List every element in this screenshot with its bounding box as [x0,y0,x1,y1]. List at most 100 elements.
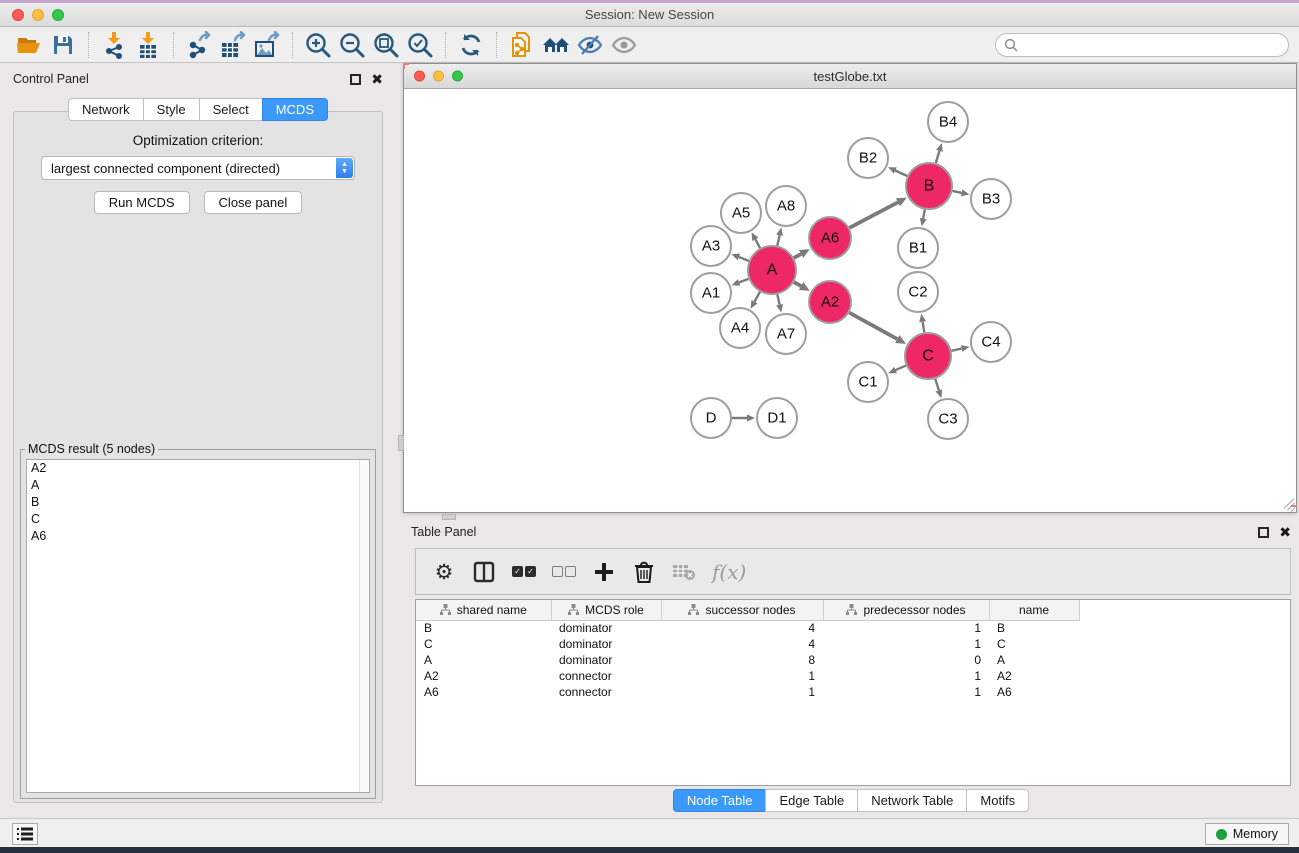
table-cell[interactable]: 1 [823,668,989,684]
show-columns-icon[interactable]: ✓✓ [506,555,542,589]
table-cell[interactable]: connector [551,684,661,700]
show-all-icon[interactable] [607,30,641,60]
zoom-out-icon[interactable] [335,30,369,60]
edge-A-A5[interactable] [755,239,760,248]
edge-C-C1[interactable] [896,366,906,371]
edge-C-C2[interactable] [923,322,925,333]
delete-column-icon[interactable] [626,555,662,589]
task-history-button[interactable] [12,823,38,845]
table-cell[interactable]: C [416,636,551,652]
result-item[interactable]: A [27,477,369,494]
columns-icon[interactable] [466,555,502,589]
table-cell[interactable]: 4 [661,620,823,636]
criterion-dropdown[interactable]: largest connected component (directed) ▲… [41,156,355,180]
table-cell[interactable]: B [989,620,1079,636]
search-field[interactable] [995,33,1289,57]
table-cell[interactable]: A2 [416,668,551,684]
table-cell[interactable]: A [989,652,1079,668]
save-session-icon[interactable] [46,30,80,60]
table-cell[interactable]: B [416,620,551,636]
edge-B-B1[interactable] [923,210,925,219]
open-file-icon[interactable] [12,30,46,60]
minimize-window-button[interactable] [32,9,44,21]
function-builder-icon[interactable]: f(x) [712,560,746,584]
edge-B-B3[interactable] [952,191,961,193]
table-cell[interactable]: A [416,652,551,668]
tab-node-table[interactable]: Node Table [673,789,766,812]
export-network-icon[interactable] [182,30,216,60]
table-cell[interactable]: 1 [661,668,823,684]
table-cell[interactable]: connector [551,668,661,684]
result-scrollbar[interactable] [359,460,369,792]
tab-edge-table[interactable]: Edge Table [765,789,857,812]
table-settings-icon[interactable]: ⚙ [426,555,462,589]
import-network-icon[interactable] [97,30,131,60]
zoom-window-button[interactable] [52,9,64,21]
table-cell[interactable]: dominator [551,636,661,652]
refresh-icon[interactable] [454,30,488,60]
hide-columns-icon[interactable] [546,555,582,589]
table-row[interactable]: Cdominator41C [416,636,1079,652]
delete-table-icon[interactable] [666,555,702,589]
table-row[interactable]: Adominator80A [416,652,1079,668]
import-table-icon[interactable] [131,30,165,60]
node-table[interactable]: shared nameMCDS rolesuccessor nodesprede… [415,599,1291,786]
hide-selected-icon[interactable] [573,30,607,60]
home-network-icon[interactable] [539,30,573,60]
table-cell[interactable]: 1 [823,684,989,700]
network-window-titlebar[interactable]: testGlobe.txt [404,64,1296,89]
edge-A-A1[interactable] [739,279,749,283]
table-row[interactable]: Bdominator41B [416,620,1079,636]
zoom-in-icon[interactable] [301,30,335,60]
search-input[interactable] [1023,38,1280,52]
zoom-selected-icon[interactable] [403,30,437,60]
tab-style[interactable]: Style [143,98,199,121]
network-graph[interactable]: B4B2BB3A5A8A6A3B1AA1C2A2A4A7C4CC1C3DD1 [404,89,1296,512]
edge-A6-B[interactable] [849,202,898,227]
edge-A-A4[interactable] [754,292,759,302]
run-mcds-button[interactable]: Run MCDS [94,191,190,214]
table-cell[interactable]: 1 [823,620,989,636]
result-item[interactable]: C [27,511,369,528]
edge-A-A8[interactable] [777,235,779,245]
float-table-panel-icon[interactable] [1258,527,1269,538]
table-cell[interactable]: 1 [661,684,823,700]
edge-A2-C[interactable] [849,313,897,339]
table-row[interactable]: A6connector11A6 [416,684,1079,700]
column-header-predecessor-nodes[interactable]: predecessor nodes [823,600,989,620]
table-cell[interactable]: 1 [823,636,989,652]
mcds-result-list[interactable]: A2ABCA6 [26,459,370,793]
edge-B-B2[interactable] [895,171,907,176]
network-canvas[interactable]: B4B2BB3A5A8A6A3B1AA1C2A2A4A7C4CC1C3DD1 [404,89,1296,512]
tab-motifs[interactable]: Motifs [966,789,1029,812]
tab-select[interactable]: Select [199,98,262,121]
vertical-splitter-handle[interactable] [398,435,404,451]
result-item[interactable]: A6 [27,528,369,545]
zoom-fit-icon[interactable] [369,30,403,60]
table-cell[interactable]: dominator [551,620,661,636]
table-cell[interactable]: C [989,636,1079,652]
close-window-button[interactable] [12,9,24,21]
column-header-shared-name[interactable]: shared name [416,600,551,620]
close-network-button[interactable] [414,71,425,82]
table-cell[interactable]: 8 [661,652,823,668]
edge-B-B4[interactable] [936,151,940,163]
result-item[interactable]: B [27,494,369,511]
zoom-network-button[interactable] [452,71,463,82]
edge-A-A3[interactable] [739,257,749,261]
float-panel-icon[interactable] [350,74,361,85]
close-panel-button[interactable]: Close panel [204,191,303,214]
table-cell[interactable]: A6 [416,684,551,700]
table-cell[interactable]: 4 [661,636,823,652]
column-header-successor-nodes[interactable]: successor nodes [661,600,823,620]
close-panel-icon[interactable]: ✖ [371,74,383,85]
table-row[interactable]: A2connector11A2 [416,668,1079,684]
edge-C-C4[interactable] [951,349,961,351]
column-header-MCDS-role[interactable]: MCDS role [551,600,661,620]
resize-grip-icon[interactable] [1282,498,1294,510]
table-cell[interactable]: A2 [989,668,1079,684]
tab-network-table[interactable]: Network Table [857,789,966,812]
column-header-name[interactable]: name [989,600,1079,620]
table-cell[interactable]: dominator [551,652,661,668]
minimize-network-button[interactable] [433,71,444,82]
